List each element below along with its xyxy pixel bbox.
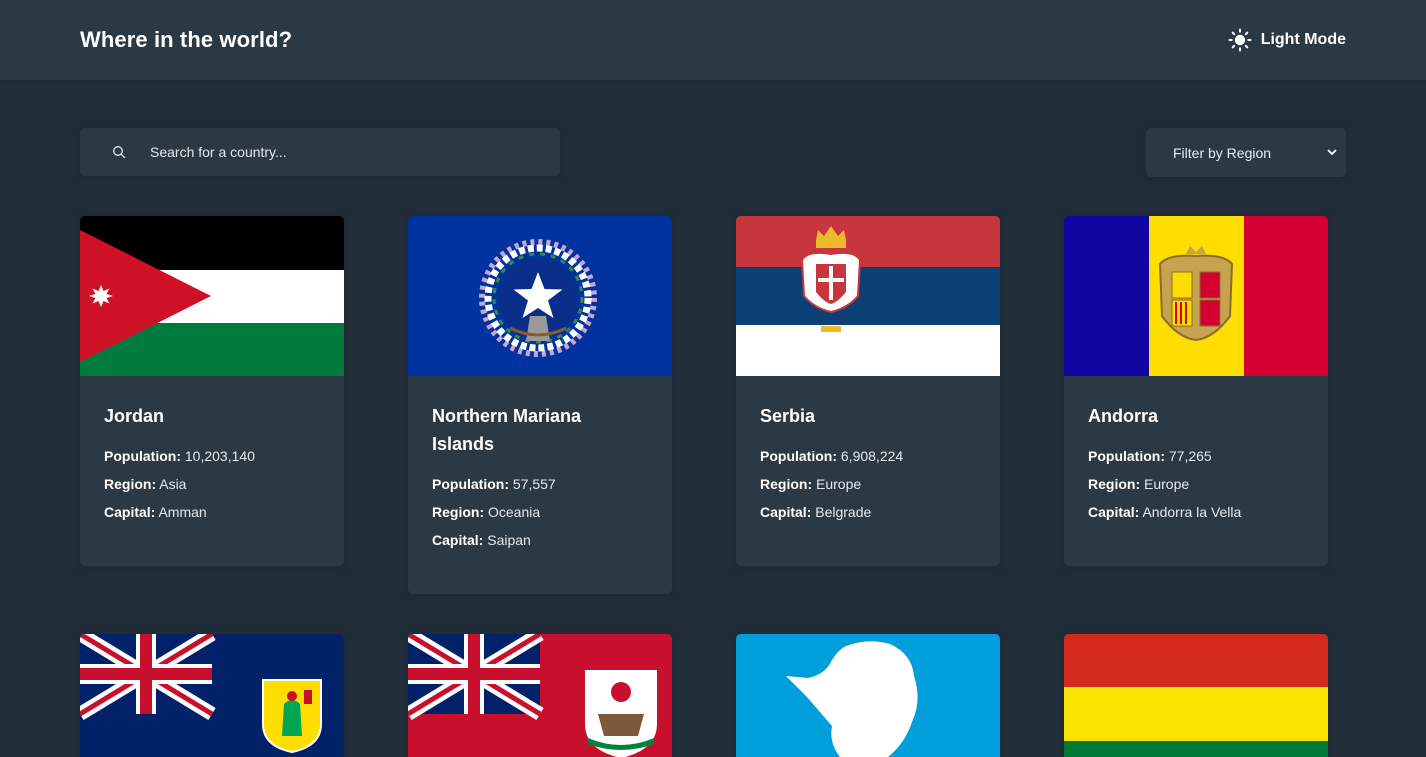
capital-row: Capital: Andorra la Vella <box>1088 504 1242 520</box>
theme-toggle-label: Light Mode <box>1260 31 1346 48</box>
population-row: Population: 10,203,140 <box>104 448 255 464</box>
capital-row: Capital: Saipan <box>432 532 531 548</box>
country-name: Northern Mariana Islands <box>432 406 582 454</box>
search-icon <box>112 145 126 159</box>
region-row: Region: Europe <box>760 476 862 492</box>
country-name: Jordan <box>104 406 165 426</box>
population-row: Population: 6,908,224 <box>760 448 904 464</box>
chevron-down-icon <box>1326 145 1338 161</box>
jordan-flag <box>80 216 344 376</box>
app-header: Where in the world? Light Mode <box>0 0 1426 80</box>
region-row: Region: Asia <box>104 476 187 492</box>
theme-toggle-button[interactable]: Light Mode <box>1228 28 1346 52</box>
country-card-turks-and-caicos[interactable] <box>80 634 344 757</box>
population-row: Population: 57,557 <box>432 476 556 492</box>
northern-mariana-islands-flag <box>408 216 672 376</box>
antarctica-flag <box>736 634 1000 757</box>
capital-row: Capital: Belgrade <box>760 504 872 520</box>
region-row: Region: Oceania <box>432 504 541 520</box>
country-card-bolivia[interactable] <box>1064 634 1328 757</box>
search-box <box>80 128 560 176</box>
sun-icon <box>1228 28 1252 52</box>
country-card-serbia[interactable]: Serbia Population: 6,908,224 Region: Eur… <box>736 216 1000 566</box>
bermuda-flag <box>408 634 672 757</box>
toolbar: Filter by Region <box>80 128 1346 177</box>
country-name: Andorra <box>1088 406 1159 426</box>
serbia-flag <box>736 216 1000 376</box>
region-filter-select[interactable]: Filter by Region <box>1146 128 1346 177</box>
capital-row: Capital: Amman <box>104 504 207 520</box>
region-row: Region: Europe <box>1088 476 1190 492</box>
turks-and-caicos-flag <box>80 634 344 757</box>
country-name: Serbia <box>760 406 816 426</box>
andorra-flag <box>1064 216 1328 376</box>
bolivia-flag <box>1064 634 1328 757</box>
region-filter-label: Filter by Region <box>1173 144 1272 161</box>
country-card-bermuda[interactable] <box>408 634 672 757</box>
page-title: Where in the world? <box>80 27 293 52</box>
country-card-jordan[interactable]: Jordan Population: 10,203,140 Region: As… <box>80 216 344 566</box>
country-card-northern-mariana-islands[interactable]: Northern Mariana Islands Population: 57,… <box>408 216 672 594</box>
search-input[interactable] <box>150 144 510 160</box>
country-card-antarctica[interactable] <box>736 634 1000 757</box>
population-row: Population: 77,265 <box>1088 448 1212 464</box>
country-card-andorra[interactable]: Andorra Population: 77,265 Region: Europ… <box>1064 216 1328 566</box>
